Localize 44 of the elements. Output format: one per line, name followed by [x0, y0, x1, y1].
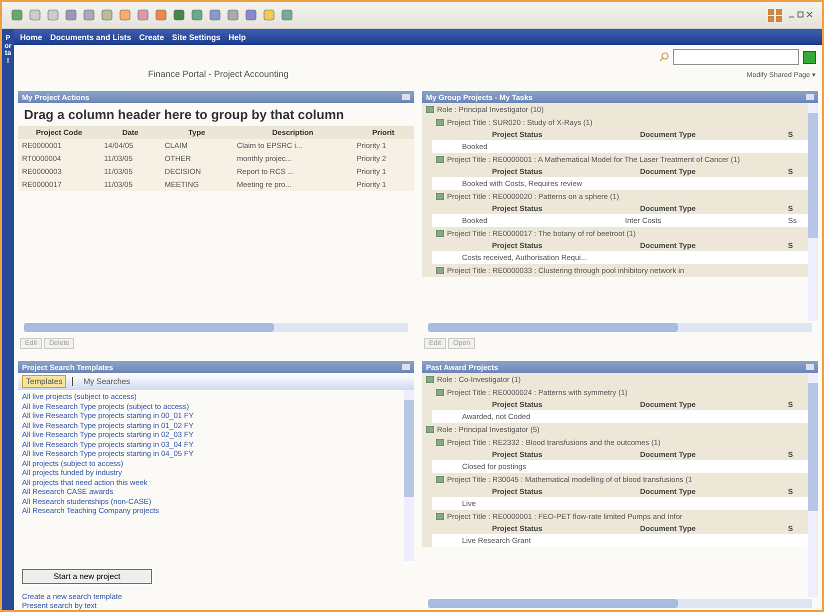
toolbar-icon[interactable] — [64, 8, 78, 22]
nav-link[interactable]: Home — [20, 32, 42, 42]
tab-separator — [72, 377, 74, 386]
start-project-button[interactable]: Start a new project — [22, 569, 152, 584]
nav-link[interactable]: Documents and Lists — [50, 32, 132, 42]
toolbar-icon[interactable] — [10, 8, 24, 22]
window-controls-icon[interactable] — [788, 11, 814, 19]
nav-link[interactable]: Help — [228, 32, 246, 42]
horizontal-scrollbar[interactable] — [428, 323, 812, 332]
search-icon — [659, 52, 669, 62]
nav-link[interactable]: Create — [139, 32, 164, 42]
grid-icon — [436, 476, 444, 483]
grid-icon — [436, 156, 444, 163]
nav-link[interactable]: Site Settings — [172, 32, 220, 42]
toolbar-icon[interactable] — [226, 8, 240, 22]
vertical-scrollbar[interactable] — [404, 390, 414, 561]
vertical-scrollbar[interactable] — [808, 373, 818, 597]
toolbar-icon[interactable] — [154, 8, 168, 22]
toolbar-icon[interactable] — [136, 8, 150, 22]
search-field[interactable] — [673, 49, 799, 65]
grid-icon — [436, 193, 444, 200]
go-button[interactable] — [803, 50, 816, 64]
toolbar-icon[interactable] — [172, 8, 186, 22]
toolbar-icon[interactable] — [280, 8, 294, 22]
toolbar-icon[interactable] — [82, 8, 96, 22]
toolbar-icon[interactable] — [118, 8, 132, 22]
grid-icon — [436, 267, 444, 274]
vertical-scrollbar[interactable] — [808, 103, 818, 321]
toolbar-icon[interactable] — [244, 8, 258, 22]
toolbar-icon[interactable] — [208, 8, 222, 22]
logo-icon — [766, 7, 784, 23]
tab[interactable]: My Searches — [79, 375, 134, 388]
toolbar-icon[interactable] — [100, 8, 114, 22]
grid-icon — [436, 230, 444, 237]
toolbar-icon[interactable] — [46, 8, 60, 22]
group-by-hint: Drag a column header here to group by that column — [23, 106, 345, 124]
toolbar-icon[interactable] — [262, 8, 276, 22]
horizontal-scrollbar[interactable] — [24, 323, 408, 332]
horizontal-scrollbar[interactable] — [428, 599, 812, 608]
tab[interactable]: Templates — [22, 375, 66, 388]
page-title: Finance Portal - Project Accounting — [148, 69, 289, 81]
toolbar-icon[interactable] — [190, 8, 204, 22]
grid-icon — [436, 513, 444, 520]
toolbar-icon[interactable] — [28, 8, 42, 22]
